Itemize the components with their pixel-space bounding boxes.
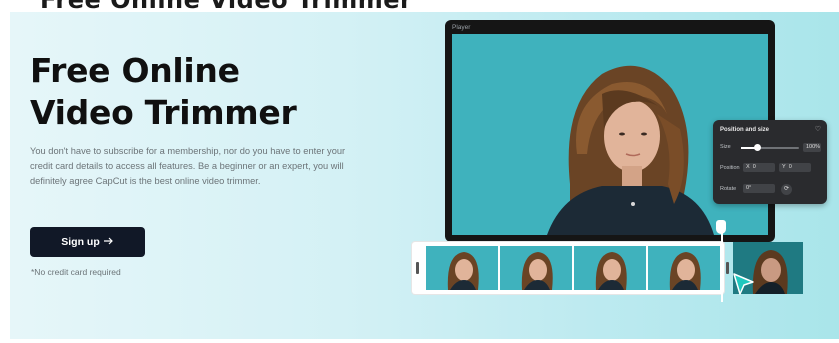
x-value: 0 <box>752 164 756 170</box>
trim-handle-left[interactable] <box>416 262 419 274</box>
rotate-label: Rotate <box>720 186 737 192</box>
clip-frame <box>574 246 646 290</box>
clip-frame <box>500 246 572 290</box>
size-label: Size <box>720 144 731 150</box>
page-title: Free Online Video Trimmer <box>30 50 297 134</box>
position-label: Position <box>720 165 740 171</box>
position-x-field[interactable]: X 0 <box>743 163 775 172</box>
position-size-panel: Position and size ♡ Size 100% Position X… <box>713 120 827 204</box>
y-value: 0 <box>788 164 792 170</box>
size-value-box[interactable]: 100% <box>803 143 821 152</box>
hero-description: You don't have to subscribe for a member… <box>30 146 346 186</box>
clip-frames <box>426 246 720 290</box>
timeline-clip[interactable] <box>412 242 729 294</box>
sign-up-button[interactable]: Sign up <box>30 227 145 257</box>
player-title: Player <box>452 24 471 31</box>
x-label: X <box>746 164 750 170</box>
position-y-field[interactable]: Y 0 <box>779 163 811 172</box>
trim-handle-right[interactable] <box>726 262 729 274</box>
rotate-button-icon[interactable]: ⟳ <box>781 184 792 195</box>
y-label: Y <box>782 164 786 170</box>
rotate-field[interactable]: 0° <box>743 184 775 193</box>
reset-icon[interactable]: ♡ <box>815 125 821 133</box>
pointer-cursor-icon <box>731 272 757 301</box>
size-slider-knob[interactable] <box>754 144 762 151</box>
panel-title: Position and size <box>720 127 770 133</box>
top-strip-text: Free Online Video Trimmer <box>40 0 412 12</box>
top-strip: Free Online Video Trimmer <box>0 0 839 12</box>
clip-frame <box>648 246 720 290</box>
no-credit-card-note: *No credit card required <box>31 267 121 277</box>
size-slider[interactable] <box>741 144 799 151</box>
clip-frame <box>426 246 498 290</box>
sign-up-label: Sign up <box>61 236 100 248</box>
title-line-1: Free Online <box>30 51 240 90</box>
playhead[interactable] <box>721 222 723 302</box>
arrow-right-icon <box>103 236 114 248</box>
title-line-2: Video Trimmer <box>30 93 297 132</box>
